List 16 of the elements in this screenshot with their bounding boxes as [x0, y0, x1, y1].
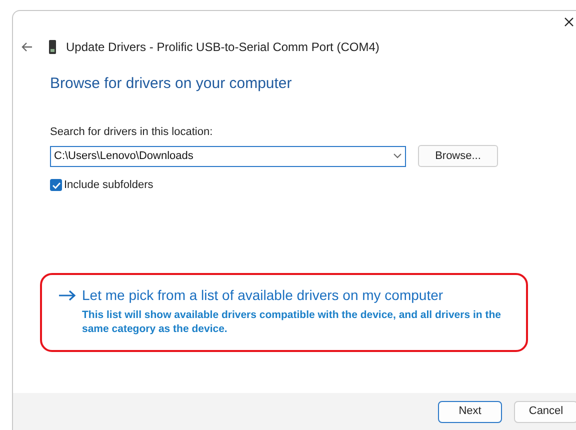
- cancel-button[interactable]: Cancel: [514, 400, 576, 422]
- checkbox-label[interactable]: Include subfolders: [64, 177, 154, 194]
- checkbox[interactable]: [50, 179, 62, 192]
- close-icon[interactable]: [564, 17, 574, 27]
- window-title: Update Drivers - Prolific USB-to-Serial Comm Port (COM4): [66, 39, 380, 56]
- next-button[interactable]: Next: [438, 400, 502, 422]
- device-icon: [49, 40, 56, 54]
- field-label: Search for drivers in this location:: [50, 124, 214, 140]
- location-field[interactable]: C:\Users\Lenovo\Downloads: [50, 146, 406, 166]
- page-heading: Browse for drivers on your computer: [50, 74, 293, 94]
- link-description: This list will show available drivers compatible with the device, and all drivers in the same category as the device.: [82, 308, 502, 336]
- dropdown-icon[interactable]: [393, 153, 402, 159]
- browse-button[interactable]: Browse...: [418, 145, 498, 167]
- pick-driver-link[interactable]: Let me pick from a list of available drivers on my computer: [82, 284, 444, 306]
- back-arrow-icon[interactable]: [21, 42, 33, 52]
- arrow-icon: [58, 290, 76, 300]
